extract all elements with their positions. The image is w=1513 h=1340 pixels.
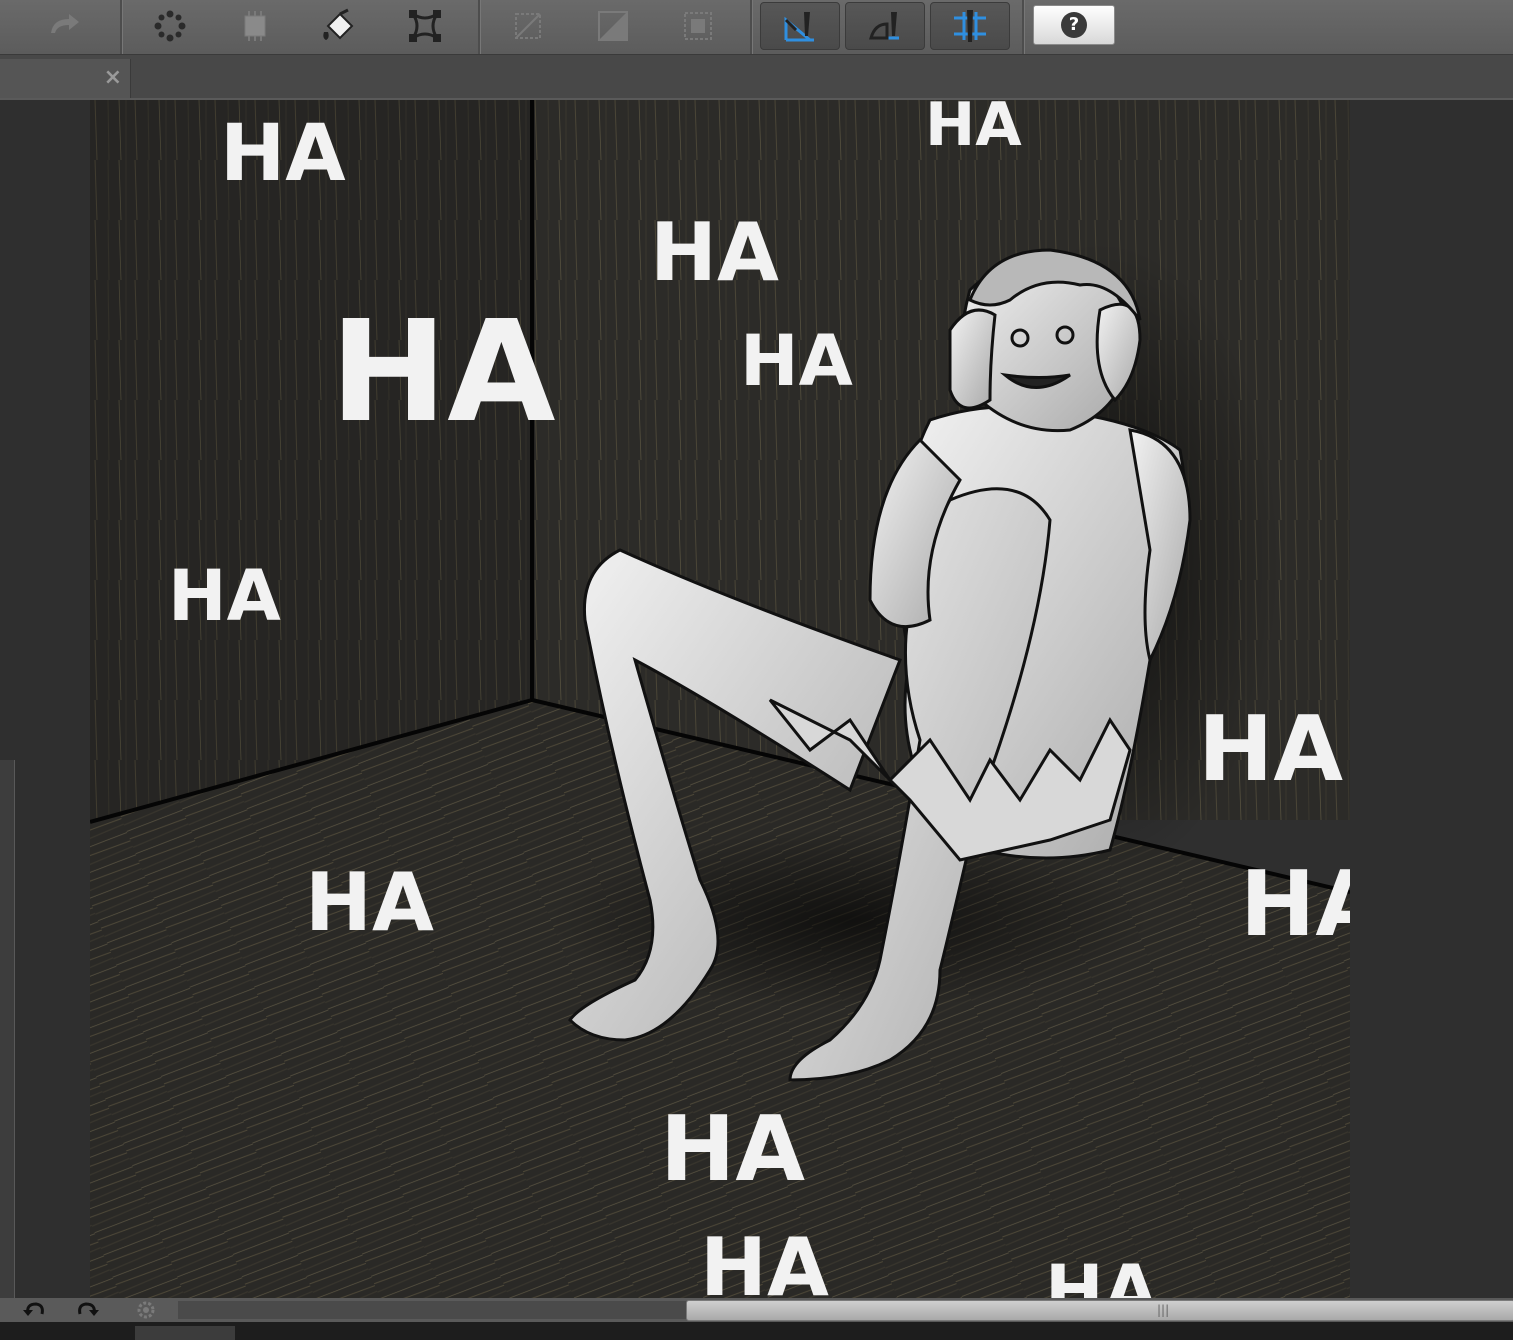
symmetry-ruler-icon: [954, 10, 986, 42]
sound-effect-text: HA: [925, 100, 1022, 160]
toolbar-separator: [120, 0, 123, 54]
transform-icon: [409, 10, 441, 42]
symmetry-ruler-button[interactable]: [930, 2, 1010, 50]
settings-gear-icon: [137, 1301, 155, 1319]
ruler-disabled-icon: [515, 13, 541, 39]
rotate-left-button[interactable]: [14, 1298, 54, 1322]
main-toolbar: ?: [0, 0, 1513, 55]
fill-button[interactable]: [300, 2, 380, 50]
help-icon: ?: [1061, 12, 1087, 38]
gradient-disabled-icon: [598, 11, 628, 41]
fill-bucket-icon: [323, 8, 354, 40]
scroll-grip: |||: [1157, 1303, 1170, 1317]
sound-effect-text: HA: [220, 109, 346, 199]
rotate-right-button[interactable]: [68, 1298, 108, 1322]
document-tab-strip: ×: [0, 55, 1513, 100]
gradient-button[interactable]: [573, 2, 653, 50]
frame-disabled-icon: [684, 12, 712, 40]
view-settings-button[interactable]: [126, 1298, 166, 1322]
perspective-ruler-button[interactable]: [760, 2, 840, 50]
horizontal-scrollbar-thumb[interactable]: |||: [686, 1300, 1513, 1321]
rotate-right-icon: [78, 1302, 99, 1316]
artwork-illustration: HA HA HA HA HA HA HA HA HA HA HA HA HA: [90, 100, 1350, 1298]
close-tab-icon[interactable]: ×: [104, 65, 122, 90]
sound-effect-text: HA: [650, 206, 779, 299]
status-tab[interactable]: [135, 1326, 235, 1340]
transform-button[interactable]: [385, 2, 465, 50]
ruler-button[interactable]: [488, 2, 568, 50]
sound-effect-text: HA: [1240, 852, 1350, 957]
redo-button[interactable]: [20, 2, 110, 50]
sound-effect-text: HA: [1198, 697, 1343, 802]
sound-effect-text: HA: [168, 555, 281, 637]
sound-effect-text: HA: [660, 1097, 805, 1202]
toolbar-separator: [1022, 0, 1025, 54]
artwork-canvas[interactable]: HA HA HA HA HA HA HA HA HA HA HA HA HA: [90, 100, 1350, 1298]
layer-chip-button[interactable]: [215, 2, 295, 50]
toolbar-separator: [750, 0, 753, 54]
selection-button[interactable]: [130, 2, 210, 50]
sound-effect-text: HA: [700, 1221, 829, 1298]
curve-ruler-button[interactable]: [845, 2, 925, 50]
selection-dots-icon: [154, 10, 186, 42]
curve-ruler-icon: [869, 12, 899, 40]
sound-effect-text: HA: [330, 291, 556, 454]
left-panel-edge[interactable]: [0, 760, 15, 1300]
document-tab[interactable]: ×: [0, 59, 131, 98]
perspective-ruler-icon: [784, 12, 814, 42]
sound-effect-text: HA: [1045, 1250, 1158, 1298]
toolbar-separator: [478, 0, 481, 54]
layer-chip-icon: [244, 11, 266, 41]
redo-icon: [51, 14, 79, 33]
sound-effect-text: HA: [305, 856, 434, 949]
sound-effect-text: HA: [740, 320, 853, 402]
frame-button[interactable]: [658, 2, 738, 50]
help-button[interactable]: ?: [1033, 5, 1115, 45]
rotate-left-icon: [23, 1302, 44, 1316]
